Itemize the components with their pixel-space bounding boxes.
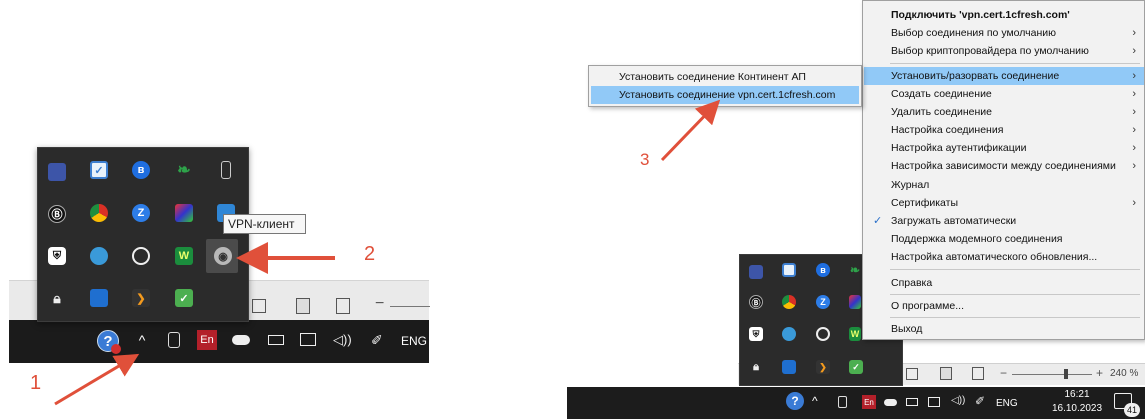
green-leaf-icon[interactable]: ❧	[849, 263, 861, 277]
menu-item-auto-update-settings[interactable]: Настройка автоматического обновления...	[864, 248, 1144, 266]
arrow-3	[660, 99, 721, 162]
menu-item-label: Установить/разорвать соединение	[891, 70, 1060, 82]
zoom-slider-thumb[interactable]	[1064, 369, 1068, 379]
submenu-arrow-icon: ›	[1132, 106, 1136, 118]
menu-item-help[interactable]: Справка	[864, 274, 1144, 292]
menu-item-delete-connection[interactable]: Удалить соединение ›	[864, 103, 1144, 121]
submenu-arrow-icon: ›	[1132, 45, 1136, 57]
menu-item-label: Подключить 'vpn.cert.1cfresh.com'	[891, 9, 1070, 21]
menu-item-label: Настройка аутентификации	[891, 142, 1027, 154]
menu-item-dependency-settings[interactable]: Настройка зависимости между соединениями…	[864, 157, 1144, 175]
submenu-arrow-icon: ›	[1132, 88, 1136, 100]
submenu-item-continent-ap[interactable]: Установить соединение Континент АП	[591, 68, 859, 86]
shield-icon[interactable]	[782, 263, 796, 277]
menu-item-create-connection[interactable]: Создать соединение ›	[864, 85, 1144, 103]
menu-item-label: Выход	[891, 323, 923, 335]
photo-icon[interactable]	[849, 295, 861, 309]
network-device-icon-right[interactable]	[906, 398, 918, 406]
menu-item-label: Настройка соединения	[891, 124, 1004, 136]
menu-item-label: Журнал	[891, 179, 930, 191]
callout-arrows-left	[54, 242, 335, 406]
menu-item-log[interactable]: Журнал	[864, 176, 1144, 194]
kaspersky-icon[interactable]: W	[849, 327, 861, 341]
menu-item-connect-disconnect[interactable]: Установить/разорвать соединение ›	[864, 67, 1144, 85]
menu-item-label: О программе...	[891, 300, 964, 312]
menu-item-label: Выбор криптопровайдера по умолчанию	[891, 45, 1089, 57]
help-icon-right[interactable]: ?	[786, 392, 804, 410]
b-icon[interactable]: Ⓑ	[749, 295, 763, 309]
volume-icon-right[interactable]: ◁))	[951, 395, 965, 406]
submenu-item-label: Установить соединение Континент АП	[619, 71, 806, 83]
submenu-arrow-icon: ›	[1132, 124, 1136, 136]
menu-item-exit[interactable]: Выход	[864, 320, 1144, 338]
bag-icon-right[interactable]	[838, 396, 847, 408]
menu-item-label: Справка	[891, 277, 933, 289]
menu-item-modem-support[interactable]: Поддержка модемного соединения	[864, 230, 1144, 248]
menu-item-connect[interactable]: Подключить 'vpn.cert.1cfresh.com'	[864, 6, 1144, 24]
menu-item-certificates[interactable]: Сертификаты ›	[864, 194, 1144, 212]
zoom-minus-icon-right[interactable]: −	[1000, 366, 1007, 380]
check-app-icon[interactable]: ✓	[849, 360, 863, 374]
arrow-app-icon[interactable]: ❯	[816, 360, 830, 374]
notifications-count-badge: 41	[1124, 403, 1140, 417]
pen-icon-right[interactable]: ✐	[975, 394, 985, 408]
menu-item-label: Настройка зависимости между соединениями	[891, 160, 1116, 172]
cloud-icon-right[interactable]	[884, 399, 897, 406]
menu-item-label: Удалить соединение	[891, 106, 992, 118]
menu-separator	[890, 294, 1140, 295]
zoom-plus-icon-right[interactable]: +	[1096, 366, 1103, 380]
submenu-arrow-icon: ›	[1132, 27, 1136, 39]
callout-number-2: 2	[364, 243, 376, 265]
monitor-network-icon-right[interactable]	[928, 397, 940, 407]
menu-item-label: Настройка автоматического обновления...	[891, 251, 1098, 263]
zoom-level[interactable]: 240 %	[1110, 368, 1138, 379]
teams-icon[interactable]	[782, 360, 796, 374]
submenu-arrow-icon: ›	[1132, 160, 1136, 172]
submenu-arrow-icon: ›	[1132, 70, 1136, 82]
menu-item-connection-settings[interactable]: Настройка соединения ›	[864, 121, 1144, 139]
lock-icon[interactable]: 🔒︎	[749, 360, 763, 374]
menu-item-label: Загружать автоматически	[891, 215, 1017, 227]
callout-number-3: 3	[640, 150, 650, 169]
clock-icon[interactable]	[816, 327, 830, 341]
read-mode-icon-right[interactable]	[906, 368, 918, 380]
menu-item-default-connection[interactable]: Выбор соединения по умолчанию ›	[864, 24, 1144, 42]
menu-item-label: Поддержка модемного соединения	[891, 233, 1063, 245]
submenu-arrow-icon: ›	[1132, 142, 1136, 154]
security-shield-icon[interactable]: ⛨	[749, 327, 763, 341]
menu-item-label: Создать соединение	[891, 88, 992, 100]
check-icon: ✓	[873, 215, 883, 227]
menu-separator	[890, 269, 1140, 270]
print-layout-icon-right[interactable]	[940, 367, 952, 380]
callout-number-1: 1	[30, 372, 42, 394]
submenu-arrow-icon: ›	[1132, 197, 1136, 209]
menu-separator	[890, 63, 1140, 64]
bluetooth-icon[interactable]: ʙ	[816, 263, 830, 277]
callout-arrow-right	[660, 99, 721, 162]
language-indicator-right[interactable]: ENG	[996, 398, 1018, 409]
menu-item-default-crypto-provider[interactable]: Выбор криптопровайдера по умолчанию ›	[864, 42, 1144, 60]
menu-item-auth-settings[interactable]: Настройка аутентификации ›	[864, 139, 1144, 157]
globe-icon[interactable]	[782, 327, 796, 341]
clock-date[interactable]: 16.10.2023	[1048, 403, 1106, 414]
zoom-slider-right[interactable]	[1012, 374, 1092, 375]
menu-separator	[890, 317, 1140, 318]
chrome-icon[interactable]	[782, 295, 796, 309]
monitor-icon[interactable]	[749, 265, 763, 279]
en-badge-right[interactable]: En	[862, 395, 876, 409]
zoom-icon[interactable]: Z	[816, 295, 830, 309]
menu-item-label: Выбор соединения по умолчанию	[891, 27, 1057, 39]
clock-time[interactable]: 16:21	[1052, 389, 1102, 400]
menu-item-label: Сертификаты	[891, 197, 958, 209]
menu-item-about[interactable]: О программе...	[864, 297, 1144, 315]
vpn-context-menu: Подключить 'vpn.cert.1cfresh.com' Выбор …	[862, 0, 1145, 340]
show-hidden-icons-chevron-icon-right[interactable]: ^	[812, 394, 818, 408]
web-layout-icon-right[interactable]	[972, 367, 984, 380]
menu-item-autoload[interactable]: ✓ Загружать автоматически	[864, 212, 1144, 230]
arrow-1	[54, 353, 140, 406]
